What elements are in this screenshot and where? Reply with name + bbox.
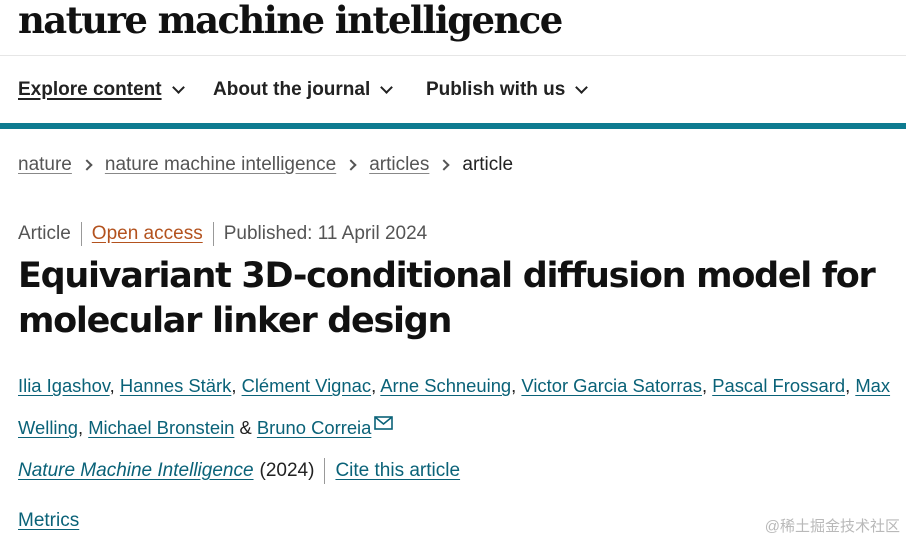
author-separator: , (231, 375, 242, 396)
author-link[interactable]: Pascal Frossard (712, 375, 845, 396)
author-link[interactable]: Hannes Stärk (120, 375, 231, 396)
author-list: Ilia Igashov, Hannes Stärk, Clément Vign… (18, 367, 898, 447)
meta-divider (80, 222, 82, 246)
meta-divider (212, 222, 214, 246)
publication-year: (2024) (259, 460, 315, 481)
author-separator: , (77, 417, 89, 438)
header-divider (0, 123, 906, 129)
published-date: Published: 11 April 2024 (223, 223, 428, 244)
author-link[interactable]: Victor Garcia Satorras (521, 375, 702, 396)
author-separator: , (109, 375, 120, 396)
chevron-down-icon (575, 80, 589, 94)
chevron-down-icon (380, 80, 394, 94)
cite-article-link[interactable]: Cite this article (335, 460, 460, 482)
article-type: Article (18, 223, 71, 244)
article-title: Equivariant 3D-conditional diffusion mod… (18, 256, 876, 341)
author-separator: , (845, 375, 856, 396)
journal-link[interactable]: Nature Machine Intelligence (18, 460, 254, 482)
nav-explore-content[interactable]: Explore content (18, 79, 185, 101)
author-link[interactable]: Arne Schneuing (380, 375, 511, 396)
author-conjunction: & (234, 417, 257, 438)
chevron-right-icon (81, 159, 93, 171)
journal-logo[interactable]: nature machine intelligence (18, 0, 563, 42)
nav-item-label: Explore content (18, 79, 162, 100)
author-separator: , (511, 375, 522, 396)
nav-item-label: About the journal (213, 79, 371, 100)
nav-item-label: Publish with us (426, 79, 566, 100)
author-link[interactable]: Bruno Correia (257, 417, 371, 438)
chevron-right-icon (438, 159, 451, 171)
author-link[interactable]: Clément Vignac (242, 375, 372, 396)
breadcrumb-nature[interactable]: nature (18, 154, 72, 176)
brand-header: nature machine intelligence (0, 0, 906, 56)
main-navigation: Explore content About the journal Publis… (0, 57, 906, 123)
open-access-link[interactable]: Open access (92, 223, 203, 245)
breadcrumb-journal[interactable]: nature machine intelligence (105, 154, 336, 176)
chevron-down-icon (171, 80, 185, 94)
watermark: @稀土掘金技术社区 (764, 518, 900, 535)
author-link[interactable]: Michael Bronstein (88, 417, 234, 438)
author-separator: , (701, 375, 713, 396)
mail-icon[interactable] (374, 405, 394, 443)
breadcrumb-current: article (462, 154, 514, 175)
citation-row: Nature Machine Intelligence (2024) Cite … (18, 458, 460, 484)
article-meta: Article Open access Published: 11 April … (18, 222, 427, 246)
citation-divider (324, 458, 326, 484)
author-separator: , (371, 375, 381, 396)
author-link[interactable]: Ilia Igashov (18, 375, 110, 396)
metrics-link[interactable]: Metrics (18, 510, 79, 532)
breadcrumb-articles[interactable]: articles (369, 154, 429, 176)
nav-publish-with-us[interactable]: Publish with us (426, 79, 589, 101)
breadcrumb: nature nature machine intelligence artic… (18, 154, 513, 176)
nav-about-journal[interactable]: About the journal (213, 79, 394, 101)
chevron-right-icon (345, 159, 357, 171)
